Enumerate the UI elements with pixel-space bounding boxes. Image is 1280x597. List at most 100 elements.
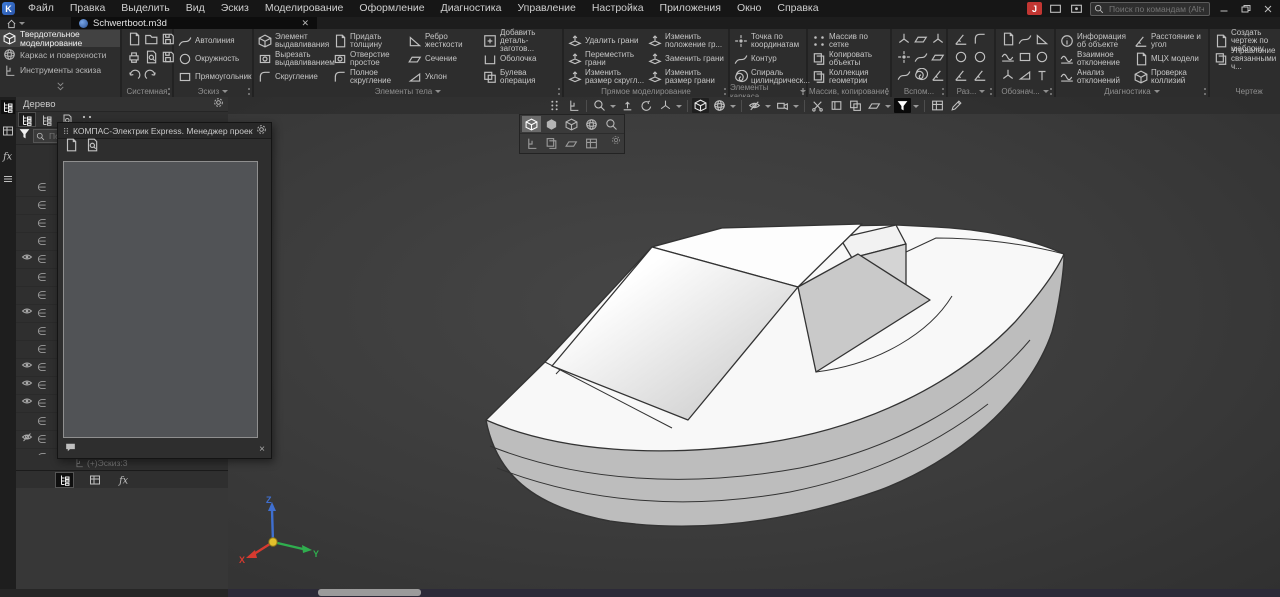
view-sphere-button[interactable] [582, 116, 601, 132]
minimize-button[interactable] [1216, 2, 1232, 15]
ribbon-button-construction-plane[interactable] [914, 32, 928, 51]
document-tab[interactable]: Schwertboot.m3d ✕ [71, 17, 317, 29]
dropdown-caret-icon[interactable] [676, 105, 682, 111]
group-caret-icon[interactable] [435, 90, 441, 96]
view-wireframe-button[interactable] [562, 116, 581, 132]
ribbon-button-thickness[interactable]: Придать толщину [333, 32, 406, 50]
group-grip[interactable] [248, 88, 250, 95]
visibility-eye-icon[interactable] [21, 250, 33, 268]
sketch-mode-button[interactable] [565, 98, 582, 113]
bottom-tab-table[interactable] [86, 473, 103, 487]
ribbon-button-roughness[interactable] [1001, 50, 1015, 69]
ribbon-button-boolean[interactable]: Булева операция [483, 68, 556, 86]
home-button[interactable] [0, 17, 31, 29]
new-project-button[interactable] [64, 138, 78, 157]
horizontal-scrollbar[interactable] [318, 589, 421, 596]
orientation-button[interactable] [657, 98, 674, 113]
manager-gear-icon[interactable] [256, 122, 267, 140]
ribbon-button-mass[interactable]: МЦХ модели [1134, 50, 1206, 68]
visibility-eye-icon[interactable] [21, 376, 33, 394]
panel-button[interactable] [929, 98, 946, 113]
ribbon-button-text[interactable] [1035, 68, 1049, 87]
ribbon-button-datum[interactable] [1035, 32, 1049, 51]
group-grip[interactable] [942, 88, 944, 95]
measure-button[interactable] [948, 98, 965, 113]
ribbon-button-cut[interactable]: Вырезать выдавливанием [258, 50, 331, 68]
ribbon-button-distance[interactable]: Расстояние и угол [1134, 32, 1206, 50]
group-grip[interactable] [724, 88, 726, 95]
mini-toolbar-gear-icon[interactable] [611, 132, 621, 150]
ribbon-button-extrude[interactable]: Элемент выдавливания [258, 32, 331, 50]
ribbon-button-contour[interactable]: Контур [734, 50, 806, 68]
model-viewport[interactable] [228, 97, 1280, 597]
ribbon-button-aux-curve[interactable] [914, 50, 928, 69]
dropdown-caret-icon[interactable] [730, 105, 736, 111]
ribbon-button-info[interactable]: Информация об объекте [1060, 32, 1132, 50]
ribbon-button-shell[interactable]: Оболочка [483, 50, 556, 68]
dropdown-caret-icon[interactable] [913, 105, 919, 111]
hidden-eye-icon[interactable] [21, 430, 33, 448]
ribbon-button-face-size[interactable]: Изменить размер грани [648, 68, 726, 86]
ribbon-button-dim-angular[interactable] [973, 32, 987, 51]
visibility-eye-icon[interactable] [21, 304, 33, 322]
ribbon-button-aux-surface[interactable] [931, 50, 945, 69]
menu-Справка[interactable]: Справка [769, 0, 826, 17]
command-search[interactable] [1090, 2, 1210, 16]
tree-settings-gear-icon[interactable] [213, 95, 224, 113]
ribbon-button-fillet[interactable]: Полное скругление [333, 68, 406, 86]
ribbon-button-face-pos[interactable]: Изменить положение гр... [648, 32, 726, 50]
quick-launch-button[interactable]: J [1027, 2, 1042, 15]
dropdown-caret-icon[interactable] [765, 105, 771, 111]
menu-Приложения[interactable]: Приложения [652, 0, 729, 17]
ribbon-button-aux-spiral[interactable] [914, 68, 928, 87]
ribbon-button-dim-radial[interactable] [954, 50, 968, 69]
ribbon-button-aux-line[interactable] [897, 68, 911, 87]
ribbon-button-construction-axis[interactable] [897, 32, 911, 51]
display-mode-button[interactable] [711, 98, 728, 113]
menu-Выделить[interactable]: Выделить [113, 0, 177, 17]
ribbon-button-dim-diametral[interactable] [973, 50, 987, 69]
filter-funnel-icon[interactable] [18, 127, 31, 145]
ribbon-button-aux-point[interactable] [897, 50, 911, 69]
ribbon-button-marker[interactable] [1035, 50, 1049, 69]
variables-panel-icon[interactable] [1, 148, 15, 162]
dropdown-caret-icon[interactable] [885, 105, 891, 111]
view-shaded-button[interactable] [522, 116, 541, 132]
group-grip[interactable] [558, 88, 560, 95]
menu-Вид[interactable]: Вид [178, 0, 213, 17]
ribbon-button-tolerance[interactable] [1018, 50, 1032, 69]
frame-button[interactable] [828, 98, 845, 113]
menu-Правка[interactable]: Правка [62, 0, 113, 17]
ribbon-button-slope[interactable]: Уклон [408, 68, 481, 86]
group-grip[interactable] [1204, 88, 1206, 95]
ribbon-button-circle[interactable]: Окружность [178, 50, 252, 68]
menu-Управление[interactable]: Управление [509, 0, 583, 17]
ribbon-button-rib[interactable]: Ребро жесткости [408, 32, 481, 50]
collapse-ribbon-chevron-icon[interactable] [55, 79, 66, 97]
ribbon-button-polyline[interactable]: Автолиния [178, 32, 252, 50]
group-grip[interactable] [990, 88, 992, 95]
ribbon-button-collision[interactable]: Проверка коллизий [1134, 68, 1206, 86]
menu-Оформление[interactable]: Оформление [351, 0, 432, 17]
filter-button[interactable] [894, 98, 911, 113]
ribbon-button-rect[interactable]: Прямоугольник [178, 68, 252, 86]
app-logo-icon[interactable]: K [2, 2, 15, 15]
ribbon-button-analysis[interactable]: Анализ отклонений [1060, 68, 1132, 86]
ribbon-button-aux-dim[interactable] [931, 68, 945, 87]
group-grip[interactable] [1050, 88, 1052, 95]
shading-button[interactable] [692, 98, 709, 113]
message-bubble-icon[interactable] [64, 441, 77, 459]
constraints-button[interactable] [847, 98, 864, 113]
command-search-input[interactable] [1107, 3, 1206, 15]
ribbon-button-redo[interactable] [144, 68, 158, 87]
zoom-area-button[interactable] [602, 116, 621, 132]
ribbon-button-face-replace[interactable]: Заменить грани [648, 50, 726, 68]
dropdown-caret-icon[interactable] [793, 105, 799, 111]
document-tab-close-icon[interactable]: ✕ [301, 18, 309, 29]
orient-top-button[interactable] [619, 98, 636, 113]
ribbon-button-linked-docs[interactable]: Управление связанными ч... [1214, 50, 1280, 68]
work-plane-button[interactable] [866, 98, 883, 113]
ribbon-button-array-grid[interactable]: Массив по сетке [812, 32, 888, 50]
home-caret-icon[interactable] [19, 22, 25, 28]
menu-panel-icon[interactable] [1, 172, 15, 186]
